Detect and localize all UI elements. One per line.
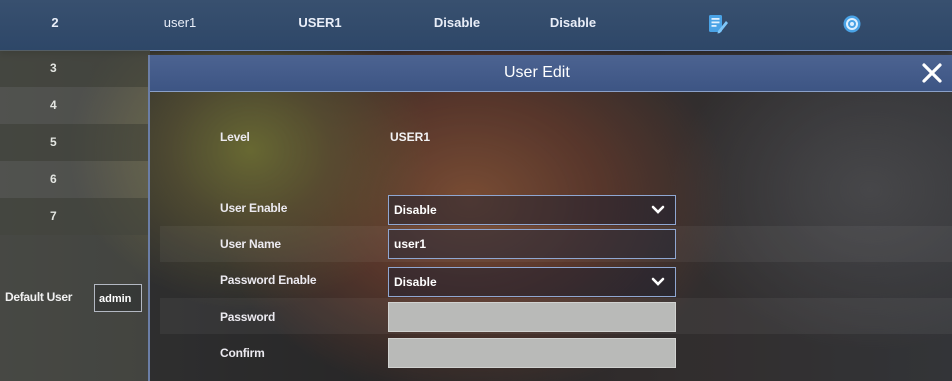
user-row-2[interactable]: 2 user1 USER1 Disable Disable <box>0 0 952 51</box>
user-row-password-enable: Disable <box>549 15 597 30</box>
user-enable-label: User Enable <box>220 201 288 215</box>
dialog-title: User Edit <box>504 64 570 81</box>
password-field[interactable] <box>388 302 676 332</box>
chevron-down-icon <box>651 205 665 214</box>
edit-icon[interactable] <box>707 14 729 34</box>
user-list-item[interactable]: 7 <box>0 198 150 235</box>
user-name-field[interactable]: user1 <box>388 229 676 259</box>
user-row-level: USER1 <box>298 15 342 30</box>
user-row-name: user1 <box>163 15 197 30</box>
default-user-field[interactable]: admin <box>94 284 142 312</box>
password-enable-value: Disable <box>394 275 437 289</box>
confirm-field[interactable] <box>388 338 676 368</box>
user-name-label: User Name <box>220 237 281 251</box>
level-label: Level <box>220 130 250 144</box>
user-list-item[interactable]: 6 <box>0 161 150 198</box>
user-list-item[interactable]: 3 <box>0 50 150 87</box>
user-list: 3 4 5 6 7 <box>0 50 150 381</box>
confirm-label: Confirm <box>220 346 265 360</box>
user-enable-select[interactable]: Disable <box>388 195 676 225</box>
chevron-down-icon <box>651 277 665 286</box>
close-icon[interactable] <box>920 61 944 85</box>
gear-icon[interactable] <box>842 14 862 34</box>
password-enable-label: Password Enable <box>220 273 317 287</box>
user-row-user-enable: Disable <box>433 15 481 30</box>
password-label: Password <box>220 310 276 324</box>
password-enable-select[interactable]: Disable <box>388 267 676 297</box>
user-list-item[interactable]: 4 <box>0 87 150 124</box>
dialog-title-bar: User Edit <box>150 55 952 92</box>
default-user-label: Default User <box>5 290 73 304</box>
user-enable-value: Disable <box>394 203 437 217</box>
level-value: USER1 <box>390 130 431 144</box>
user-list-item[interactable]: 5 <box>0 124 150 161</box>
user-row-index: 2 <box>51 15 59 30</box>
